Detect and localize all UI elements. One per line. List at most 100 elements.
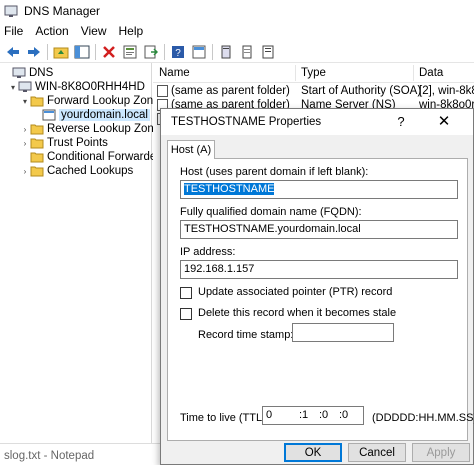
tree-item-server[interactable]: ▾ WIN-8K8O0RHH4HD — [8, 80, 145, 94]
ttl-hours[interactable]: :1 — [299, 409, 308, 421]
tree-item-dns[interactable]: DNS — [2, 66, 53, 80]
dialog-title: TESTHOSTNAME Properties — [171, 116, 322, 128]
help-question-icon[interactable]: ? — [389, 114, 413, 129]
host-field[interactable]: TESTHOSTNAME — [180, 180, 458, 199]
row-data: [2], win-8k8o — [419, 85, 474, 97]
menu-help[interactable]: Help — [119, 24, 144, 38]
export-list-button[interactable] — [143, 44, 159, 60]
delete-button[interactable] — [101, 44, 117, 60]
ip-address-value: 192.168.1.157 — [184, 263, 255, 275]
chevron-down-icon[interactable]: ▾ — [8, 83, 18, 92]
forward-button[interactable] — [26, 44, 42, 60]
tree-label: Reverse Lookup Zones — [47, 123, 166, 135]
dns-manager-icon — [4, 5, 18, 17]
delete-x-icon — [103, 45, 115, 58]
view-pane-icon — [192, 45, 206, 58]
folder-icon — [30, 152, 44, 163]
notepad-window-label[interactable]: slog.txt - Notepad — [4, 450, 94, 462]
dialog-title-bar: TESTHOSTNAME Properties ? ✕ — [161, 109, 473, 135]
ok-button[interactable]: OK — [284, 443, 342, 462]
row-type: Start of Authority (SOA) — [301, 85, 422, 97]
up-one-level-button[interactable] — [53, 44, 69, 60]
cancel-button[interactable]: Cancel — [348, 443, 406, 462]
ttl-label: Time to live (TTL): — [180, 412, 269, 424]
ttl-minutes[interactable]: :0 — [319, 409, 328, 421]
export-icon — [144, 45, 158, 58]
menu-action[interactable]: Action — [35, 24, 68, 38]
chevron-down-icon[interactable]: ▾ — [20, 97, 30, 106]
view-pane-button[interactable] — [191, 44, 207, 60]
chevron-right-icon[interactable]: › — [20, 167, 30, 176]
tree-label: Forward Lookup Zones — [47, 95, 166, 107]
tree-item-conditional-forwarders[interactable]: Conditional Forwarders — [20, 150, 166, 164]
chevron-right-icon[interactable]: › — [20, 125, 30, 134]
properties-dialog: TESTHOSTNAME Properties ? ✕ Host (A) Hos… — [160, 108, 474, 465]
ip-address-field[interactable]: 192.168.1.157 — [180, 260, 458, 279]
toolbar-separator — [47, 43, 48, 60]
ptr-label: Update associated pointer (PTR) record — [198, 286, 393, 298]
host-value: TESTHOSTNAME — [184, 183, 275, 195]
stale-checkbox[interactable] — [180, 308, 192, 320]
help-button[interactable]: ? — [170, 44, 186, 60]
properties-button[interactable] — [122, 44, 138, 60]
tree-item-trust-points[interactable]: › Trust Points — [20, 136, 108, 150]
record-icon — [262, 45, 274, 58]
zone-icon — [42, 109, 56, 121]
back-button[interactable] — [5, 44, 21, 60]
title-bar: DNS Manager — [0, 0, 474, 21]
close-icon[interactable]: ✕ — [429, 112, 459, 130]
toolbar-separator — [164, 43, 165, 60]
folder-icon — [30, 124, 44, 135]
column-divider[interactable] — [295, 65, 296, 81]
server-button[interactable] — [218, 44, 234, 60]
forward-arrow-icon — [28, 46, 40, 57]
tree-item-reverse-lookup-zones[interactable]: › Reverse Lookup Zones — [20, 122, 166, 136]
list-header: Name Type Data — [153, 63, 474, 83]
folder-icon — [30, 138, 44, 149]
column-header-data[interactable]: Data — [419, 67, 443, 79]
apply-button[interactable]: Apply — [412, 443, 470, 462]
column-divider[interactable] — [413, 65, 414, 81]
tree-label: Conditional Forwarders — [47, 151, 166, 163]
show-hide-console-tree-button[interactable] — [74, 44, 90, 60]
tree-item-yourdomain-local[interactable]: yourdomain.local — [32, 108, 150, 122]
row-name: (same as parent folder) — [171, 85, 290, 97]
record-icon — [157, 85, 168, 97]
tree-label: Trust Points — [47, 137, 108, 149]
ttl-days[interactable]: 0 — [266, 409, 272, 421]
properties-icon — [123, 45, 137, 58]
ptr-checkbox[interactable] — [180, 287, 192, 299]
tab-host-a[interactable]: Host (A) — [167, 140, 215, 159]
ttl-field[interactable]: 0 :1 :0 :0 — [262, 406, 364, 425]
fqdn-value: TESTHOSTNAME.yourdomain.local — [184, 223, 361, 235]
svg-text:?: ? — [175, 48, 181, 59]
list-row[interactable]: (same as parent folder) Start of Authori… — [153, 84, 474, 99]
stale-label: Delete this record when it becomes stale — [198, 307, 397, 319]
menu-file[interactable]: File — [4, 24, 23, 38]
back-arrow-icon — [7, 46, 19, 57]
chevron-right-icon[interactable]: › — [20, 139, 30, 148]
menu-bar: File Action View Help — [0, 21, 474, 41]
dns-icon — [12, 67, 26, 78]
document-button[interactable] — [239, 44, 255, 60]
document-icon — [242, 45, 252, 58]
menu-view[interactable]: View — [81, 24, 107, 38]
toolbar-separator — [212, 43, 213, 60]
host-label: Host (uses parent domain if left blank): — [180, 166, 369, 178]
ttl-seconds[interactable]: :0 — [339, 409, 348, 421]
tree-label: WIN-8K8O0RHH4HD — [35, 81, 145, 93]
toolbar: ? — [0, 41, 474, 63]
tree-label: DNS — [29, 67, 54, 79]
column-header-name[interactable]: Name — [159, 67, 190, 79]
ttl-format-hint: (DDDDD:HH.MM.SS) — [372, 412, 474, 424]
column-header-type[interactable]: Type — [301, 67, 326, 79]
fqdn-field[interactable]: TESTHOSTNAME.yourdomain.local — [180, 220, 458, 239]
tree-item-cached-lookups[interactable]: › Cached Lookups — [20, 164, 134, 178]
folder-icon — [30, 166, 44, 177]
server-icon — [18, 81, 32, 92]
record-button[interactable] — [260, 44, 276, 60]
folder-icon — [30, 96, 44, 107]
timestamp-field[interactable] — [292, 323, 394, 342]
tree-label: Cached Lookups — [47, 165, 134, 177]
tree-item-forward-lookup-zones[interactable]: ▾ Forward Lookup Zones — [20, 94, 165, 108]
